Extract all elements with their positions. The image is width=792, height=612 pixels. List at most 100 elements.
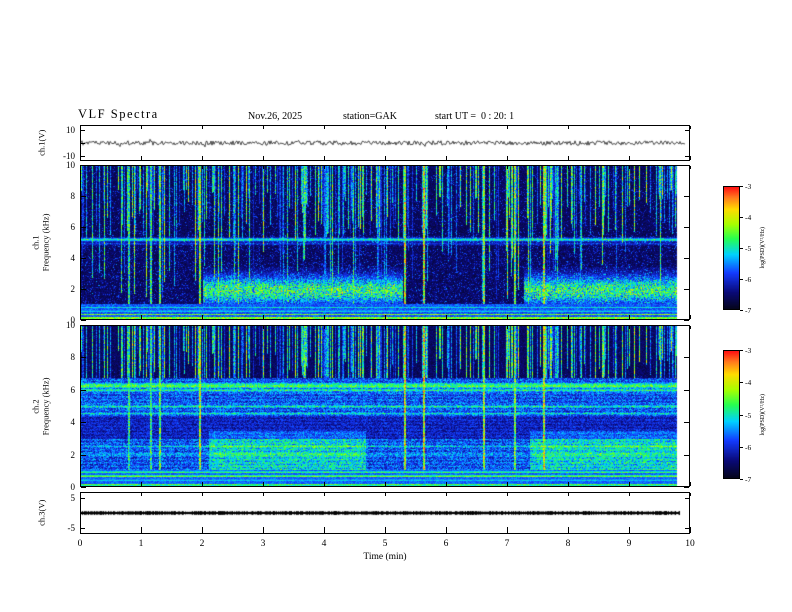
- x-tick-mark: [629, 126, 630, 129]
- x-tick-label: 8: [565, 539, 571, 549]
- x-tick-mark: [690, 326, 691, 329]
- spec1-frequency-label: Frequency (kHz): [40, 213, 51, 272]
- x-tick-mark: [507, 156, 508, 160]
- ch3-wave-axis-label: ch.3(V): [34, 492, 50, 534]
- x-tick-mark: [507, 529, 508, 533]
- x-tick-mark: [385, 326, 386, 329]
- y-tick-mark: [81, 196, 86, 197]
- x-tick-mark: [690, 493, 691, 496]
- ch1-waveform-plot: [81, 126, 689, 160]
- colorbar-tick-label: -6: [745, 275, 752, 284]
- y-tick-mark: [81, 325, 86, 326]
- colorbar-tick-mark: [740, 217, 743, 218]
- y-tick-mark: [81, 143, 85, 144]
- colorbar-tick-label: -7: [745, 475, 752, 484]
- x-tick-label: 6: [443, 539, 449, 549]
- y-tick-mark: [684, 320, 689, 321]
- x-tick-mark: [141, 482, 142, 486]
- x-tick-mark: [629, 529, 630, 533]
- x-tick-mark: [629, 315, 630, 319]
- x-tick-mark: [507, 166, 508, 169]
- colorbar-tick-mark: [740, 446, 743, 448]
- x-tick-mark: [324, 326, 325, 329]
- colorbar-tick-label: -4: [745, 213, 752, 222]
- x-tick-mark: [263, 326, 264, 329]
- x-tick-mark: [568, 482, 569, 486]
- colorbar-1: [723, 186, 740, 310]
- x-tick-mark: [263, 529, 264, 533]
- y-tick-mark: [81, 258, 86, 259]
- ch1-spectrogram-panel: [80, 165, 690, 320]
- spec2-frequency-label: Frequency (kHz): [40, 377, 51, 435]
- spec1-axis-label: ch.1 Frequency (kHz): [26, 165, 56, 320]
- spec2-ytick-label: 10: [66, 320, 75, 330]
- y-tick-mark: [81, 130, 85, 131]
- x-tick-mark: [568, 126, 569, 129]
- x-tick-mark: [385, 529, 386, 533]
- x-tick-mark: [324, 529, 325, 533]
- x-tick-mark: [385, 166, 386, 169]
- x-tick-mark: [324, 315, 325, 319]
- y-tick-mark: [81, 227, 86, 228]
- colorbar-tick-label: -6: [745, 442, 752, 452]
- x-tick-mark: [263, 166, 264, 169]
- x-tick-label: 3: [260, 539, 266, 549]
- x-tick-mark: [141, 156, 142, 160]
- x-tick-mark: [324, 156, 325, 160]
- ch1-spectrogram-plot: [81, 166, 689, 319]
- ch2-spectrogram-plot: [81, 326, 689, 486]
- x-tick-mark: [507, 315, 508, 319]
- y-tick-mark: [81, 156, 85, 157]
- y-tick-mark: [81, 454, 86, 456]
- x-tick-mark: [263, 493, 264, 496]
- colorbar-2-gradient: [724, 351, 739, 478]
- colorbar-2: [723, 350, 740, 479]
- x-tick-mark: [141, 126, 142, 129]
- x-tick-mark: [80, 529, 81, 533]
- page-title: VLF Spectra: [78, 107, 159, 121]
- x-tick-mark: [263, 315, 264, 319]
- y-tick-mark: [684, 289, 689, 290]
- x-tick-mark: [324, 126, 325, 129]
- spec2-axis-label: ch.2 Frequency (kHz): [26, 325, 56, 487]
- spec2-ytick-label: 0: [70, 482, 76, 492]
- x-tick-mark: [324, 482, 325, 486]
- x-tick-mark: [80, 326, 81, 329]
- vlf-spectra-figure: VLF Spectra Nov.26, 2025 station=GAK sta…: [0, 0, 792, 612]
- colorbar-tick-mark: [740, 310, 743, 311]
- spec1-ytick-label: 4: [70, 253, 76, 263]
- x-tick-label: 1: [138, 539, 144, 549]
- x-tick-mark: [202, 482, 203, 486]
- spec1-ytick-label: 8: [70, 191, 76, 201]
- colorbar-tick-label: -3: [745, 346, 752, 355]
- y-tick-mark: [684, 454, 689, 456]
- x-tick-label: 4: [321, 539, 327, 549]
- y-tick-mark: [684, 196, 689, 197]
- colorbar-tick-label: -5: [745, 244, 752, 253]
- x-tick-mark: [690, 315, 691, 319]
- x-tick-mark: [629, 166, 630, 169]
- y-tick-mark: [684, 325, 689, 326]
- colorbar-tick-label: -7: [745, 306, 752, 315]
- x-tick-mark: [263, 156, 264, 160]
- y-tick-mark: [684, 487, 689, 488]
- spec2-ytick-label: 8: [70, 352, 76, 363]
- x-tick-mark: [446, 326, 447, 329]
- x-tick-mark: [568, 326, 569, 329]
- x-tick-mark: [202, 166, 203, 169]
- x-tick-mark: [263, 482, 264, 486]
- x-tick-mark: [141, 326, 142, 329]
- x-tick-mark: [446, 482, 447, 486]
- x-tick-mark: [80, 156, 81, 160]
- x-tick-mark: [385, 126, 386, 129]
- x-tick-mark: [690, 156, 691, 160]
- x-tick-mark: [690, 166, 691, 169]
- x-tick-mark: [446, 156, 447, 160]
- ch3-ytick-label: 5: [70, 493, 76, 503]
- y-tick-mark: [81, 165, 86, 166]
- x-tick-mark: [202, 493, 203, 496]
- y-tick-mark: [684, 389, 689, 391]
- x-tick-mark: [385, 315, 386, 319]
- x-tick-mark: [690, 126, 691, 129]
- x-tick-mark: [507, 482, 508, 486]
